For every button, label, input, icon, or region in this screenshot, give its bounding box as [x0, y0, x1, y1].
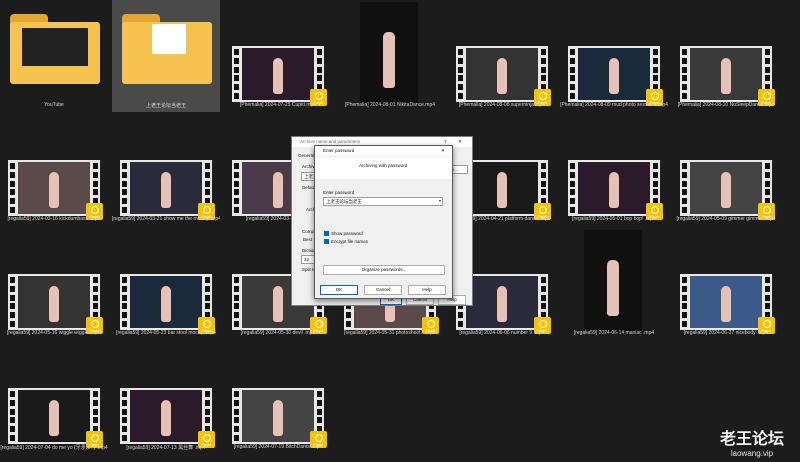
- film-thumbnail: Player: [680, 46, 775, 106]
- video-file-item[interactable]: Player [Phemalia] 2024-07-25 Cupid.mp4: [224, 0, 332, 112]
- encrypt-names-label: Encrypt file names: [331, 239, 369, 244]
- file-name-label: [Phemalia] 2024-08-09 mud photo session3…: [560, 102, 668, 108]
- video-file-item[interactable]: Player [Phemalia] 2024-08-09 mud photo se…: [560, 0, 668, 112]
- film-thumbnail: Player: [568, 160, 663, 220]
- file-name-label: [regalia59] 2024-07-04 do me yo (牙矛よ!!) …: [0, 445, 108, 451]
- password-heading: Archiving with password: [359, 163, 408, 168]
- film-thumbnail: Player: [232, 388, 327, 448]
- file-name-label: [regalia59] 2024-05-31 photoshoot7 .mp4: [344, 330, 436, 336]
- video-file-item[interactable]: Player [regalia59] 2024-07-04 do me yo (牙…: [0, 342, 108, 454]
- password-input[interactable]: 上老王论坛当老王: [323, 197, 443, 206]
- film-thumbnail: Player: [680, 160, 775, 220]
- show-password-checkbox[interactable]: [324, 231, 329, 236]
- film-thumbnail: Player: [568, 46, 663, 106]
- video-file-item[interactable]: Player [regalia59] 2024-07-13 黑丝舞 .mp4: [112, 342, 220, 454]
- archive-close-icon[interactable]: ✕: [458, 139, 462, 145]
- film-thumbnail: Player: [8, 388, 103, 448]
- watermark: 老王论坛 laowang.vip: [707, 425, 797, 459]
- enter-password-label: Enter password: [323, 190, 355, 195]
- video-file-item[interactable]: Player [Phemalia] 2024-08-10 NoSleepDance…: [672, 0, 780, 112]
- file-name-label: [Phemalia] 2024-07-25 Cupid.mp4: [239, 102, 317, 108]
- file-name-label: [regalia59] 2024-05-23 bar stool mocap .…: [116, 330, 216, 336]
- organize-passwords-button[interactable]: Organize passwords...: [323, 265, 445, 275]
- file-name-label: YouTube: [44, 102, 64, 108]
- film-thumbnail: Player: [8, 160, 103, 220]
- encrypt-names-checkbox[interactable]: [324, 239, 329, 244]
- watermark-title: 老王论坛: [719, 431, 784, 448]
- password-dialog: Enter password ✕ Archiving with password…: [314, 145, 453, 299]
- film-thumbnail: Player: [8, 274, 103, 334]
- video-file-item[interactable]: Player [Phemalia] 2024-08-08 superninja.m…: [448, 0, 556, 112]
- video-file-item[interactable]: Player [regalia59] 2024-03-21 show me the…: [112, 114, 220, 226]
- file-name-label: [regalia59] 2024-05-16 wiggle wiggle .mp…: [7, 330, 101, 336]
- video-file-item[interactable]: Player [regalia59] 2024-05-09 gimmer gimm…: [672, 114, 780, 226]
- password-dialog-title: Enter password: [315, 146, 452, 156]
- file-name-label: [regalia59] 2024-06-06 number 9 .mp4: [459, 330, 545, 336]
- file-name-label: 上老王论坛当老王: [145, 103, 186, 109]
- password-close-icon[interactable]: ✕: [441, 148, 445, 154]
- video-file-item[interactable]: Player [regalia59] 2024-05-23 bar stool m…: [112, 228, 220, 340]
- show-password-label: Show password: [331, 231, 363, 236]
- folder-icon: [122, 14, 212, 84]
- file-name-label: [Phemalia] 2024-08-01 NikitaDance.mp4: [344, 102, 436, 108]
- archive-help-button[interactable]: ?: [444, 139, 447, 144]
- video-file-item[interactable]: Player [regalia59] 2024-03-16 kickdumbass…: [0, 114, 108, 226]
- watermark-url: laowang.vip: [730, 449, 774, 458]
- film-thumbnail: Player: [680, 274, 775, 334]
- film-thumbnail: Player: [232, 46, 327, 106]
- video-file-item[interactable]: Player [regalia59] 2024-07-19 BitchDance.…: [224, 342, 332, 454]
- password-help-button[interactable]: Help: [408, 285, 446, 295]
- video-file-item[interactable]: [regalia59] 2024-06-14 maniac .mp4: [560, 228, 668, 340]
- folder-item[interactable]: YouTube: [0, 0, 108, 112]
- video-file-item[interactable]: Player [regalia59] 2024-05-01 bop bop! .m…: [560, 114, 668, 226]
- file-name-label: [regalia59] 2024-03-21 show me the money…: [112, 216, 220, 222]
- video-file-item[interactable]: Player [regalia59] 2024-06-27 nicebody .m…: [672, 228, 780, 340]
- film-thumbnail: Player: [120, 274, 215, 334]
- film-thumbnail: Player: [456, 46, 551, 106]
- video-file-item[interactable]: Player [regalia59] 2024-05-16 wiggle wigg…: [0, 228, 108, 340]
- archive-name-label: Archiv: [302, 164, 315, 169]
- file-name-label: [Phemalia] 2024-08-10 NoSleepDance.mp4: [677, 102, 775, 108]
- video-thumbnail: [360, 2, 418, 106]
- video-thumbnail: [584, 230, 642, 334]
- tab-general[interactable]: General: [298, 153, 314, 158]
- file-name-label: [regalia59] 2024-05-09 gimmer gimmer .mp…: [676, 216, 776, 222]
- file-name-label: [regalia59] 2024-05-01 bop bop! .mp4: [572, 216, 656, 222]
- folder-item[interactable]: 上老王论坛当老王: [112, 0, 220, 112]
- video-file-item[interactable]: [Phemalia] 2024-08-01 NikitaDance.mp4: [336, 0, 444, 112]
- file-name-label: [regalia59] 2024-03-16 kickdumbass .mp4: [7, 216, 101, 222]
- password-ok-button[interactable]: OK: [320, 285, 358, 295]
- chevron-down-icon[interactable]: ▾: [439, 198, 441, 203]
- folder-icon: [10, 14, 100, 84]
- file-name-label: [regalia59] 2024-07-19 BitchDance.mp4: [233, 444, 323, 450]
- file-name-label: [Phemalia] 2024-08-08 superninja.mp4: [458, 102, 546, 108]
- file-name-label: [regalia59] 2024-06-14 maniac .mp4: [573, 330, 655, 336]
- film-thumbnail: Player: [120, 160, 215, 220]
- file-name-label: [regalia59] 2024-07-13 黑丝舞 .mp4: [126, 445, 206, 451]
- file-name-label: [regalia59] 2024-06-27 nicebody .mp4: [683, 330, 769, 336]
- password-cancel-button[interactable]: Cancel: [364, 285, 402, 295]
- password-header-band: Archiving with password: [315, 157, 452, 179]
- file-name-label: [regalia59] 2024-05-30 devil .mp4: [240, 330, 316, 336]
- film-thumbnail: Player: [120, 388, 215, 448]
